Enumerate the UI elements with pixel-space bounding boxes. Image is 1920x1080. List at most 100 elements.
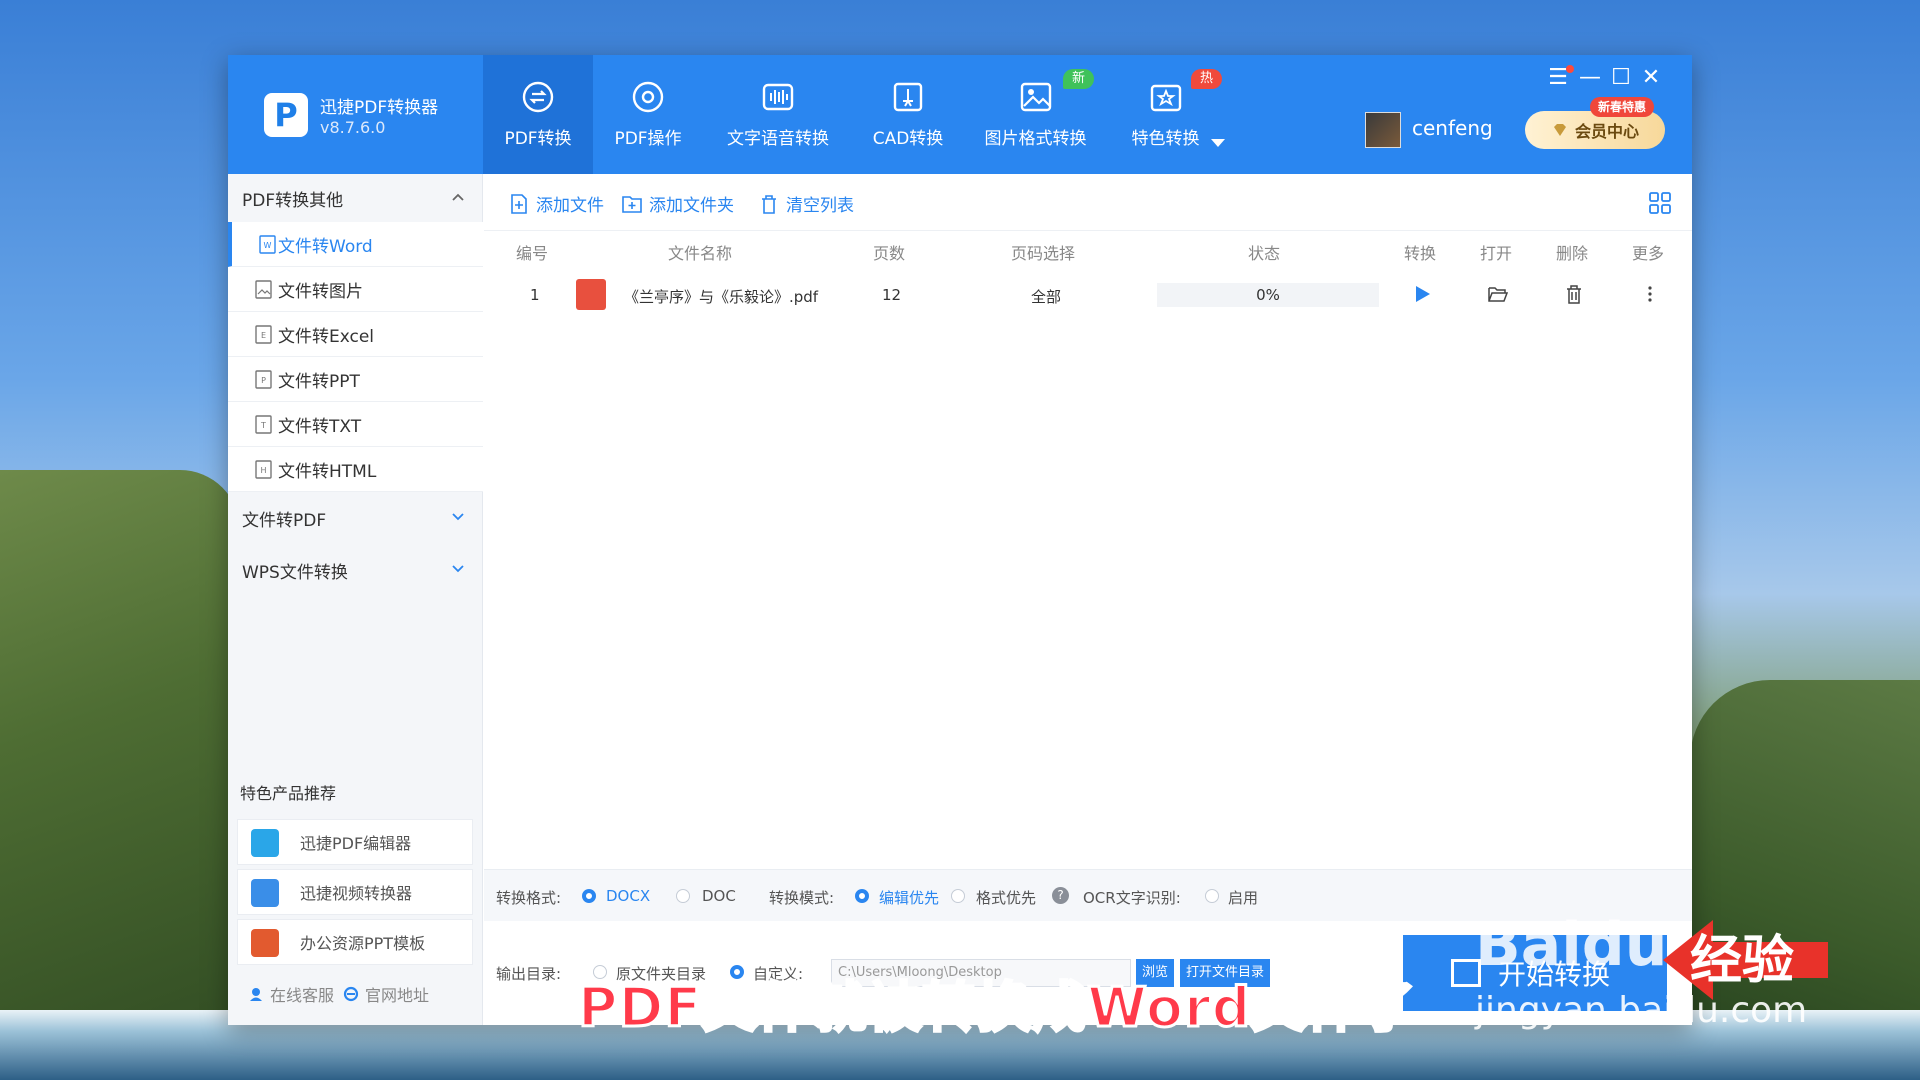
output-label: 输出目录: [496,965,562,983]
diamond-icon [1553,124,1566,136]
txt-file-icon: T [255,415,272,434]
jingyan-watermark: 经验 [1690,931,1795,991]
background-hill-left [0,470,240,1080]
pdf-editor-icon [251,829,279,857]
help-icon[interactable]: ? [1052,887,1069,904]
pdf-convert-icon [521,80,555,114]
word-file-icon: W [259,235,276,254]
sidebar-item-to-word[interactable]: W 文件转Word [228,222,483,267]
svg-text:W: W [264,241,272,250]
col-status: 状态 [1248,244,1281,263]
sidebar-item-to-ppt[interactable]: P 文件转PPT [228,357,483,402]
sidebar-item-to-txt[interactable]: T 文件转TXT [228,402,483,447]
grid-view-icon[interactable] [1648,191,1672,215]
title-bar: P 迅捷PDF转换器 v8.7.6.0 PDF转换 PDF操作 文字语音转换 C [228,55,1692,174]
play-icon[interactable] [1411,283,1433,305]
format-label: 转换格式: [496,889,562,907]
col-delete: 删除 [1556,244,1589,263]
add-file-icon [511,193,527,214]
sidebar-group-wps[interactable]: WPS文件转换 [228,546,483,594]
tab-cad-convert[interactable]: CAD转换 [853,55,963,174]
sidebar: PDF转换其他 W 文件转Word 文件转图片 E 文件转Excel P 文件转… [228,174,483,1025]
add-file-button[interactable]: 添加文件 [508,191,604,216]
col-filename: 文件名称 [668,244,733,263]
mode-format-radio[interactable] [951,889,965,903]
col-page-select: 页码选择 [1011,244,1076,263]
sidebar-item-to-html[interactable]: H 文件转HTML [228,447,483,492]
svg-text:T: T [260,421,266,430]
toolbar: 添加文件 添加文件夹 清空列表 [484,174,1692,231]
chevron-up-icon [452,193,464,201]
format-doc-radio[interactable] [676,889,690,903]
row-page-select[interactable]: 全部 [1031,286,1061,307]
app-title: 迅捷PDF转换器 [320,98,439,118]
row-filename: 《兰亭序》与《乐毅论》.pdf [624,288,819,306]
mode-format-label[interactable]: 格式优先 [976,887,1036,908]
ocr-enable-checkbox[interactable] [1205,889,1219,903]
headset-icon [250,988,262,1001]
sidebar-group-file-to-pdf[interactable]: 文件转PDF [228,494,483,542]
col-pages: 页数 [873,244,906,263]
browser-icon [343,986,359,1002]
recommend-ppt-template[interactable]: 办公资源PPT模板 [237,919,473,965]
format-docx-radio[interactable] [582,889,596,903]
sidebar-item-to-image[interactable]: 文件转图片 [228,267,483,312]
format-docx-label[interactable]: DOCX [606,887,650,905]
pdf-file-icon [576,279,606,310]
row-pages: 12 [882,286,902,304]
clear-list-button[interactable]: 清空列表 [758,191,854,216]
html-file-icon: H [255,460,272,479]
row-index: 1 [530,286,540,304]
progress-text: 0% [1256,286,1280,304]
notification-dot [1566,65,1574,73]
folder-open-icon[interactable] [1487,283,1509,305]
new-badge: 新 [1063,69,1095,89]
svg-text:P: P [261,376,266,385]
online-service-link[interactable]: 在线客服 [248,982,334,1006]
delete-icon[interactable] [1563,283,1585,305]
hot-badge: 热 [1191,69,1223,89]
baidu-watermark: Baidu [1475,910,1668,980]
video-caption: PDF文件就被转换成Word文件了 [576,975,1417,1041]
app-version: v8.7.6.0 [320,118,386,137]
mode-edit-radio[interactable] [855,889,869,903]
avatar[interactable] [1365,112,1401,148]
ocr-label: OCR文字识别: [1083,889,1181,907]
mode-label: 转换模式: [769,889,835,907]
vip-promo-tag: 新春特惠 [1590,97,1655,117]
format-doc-label[interactable]: DOC [702,887,736,905]
maximize-icon[interactable]: ☐ [1608,65,1634,91]
tab-pdf-operate[interactable]: PDF操作 [593,55,703,174]
star-convert-icon [1149,80,1183,114]
recommend-pdf-editor[interactable]: 迅捷PDF编辑器 [237,819,473,865]
voice-icon [761,80,795,114]
ppt-template-icon [251,929,279,957]
image-file-icon [255,280,272,299]
chevron-down-icon[interactable] [1211,139,1225,147]
recommend-title: 特色产品推荐 [240,784,337,803]
sidebar-item-to-excel[interactable]: E 文件转Excel [228,312,483,357]
username[interactable]: cenfeng [1412,116,1493,140]
ocr-enable-label[interactable]: 启用 [1228,887,1258,908]
chevron-down-icon [452,513,464,521]
excel-file-icon: E [255,325,272,344]
official-site-link[interactable]: 官网地址 [343,982,429,1006]
sidebar-group-pdf-to-other[interactable]: PDF转换其他 [228,174,483,222]
close-icon[interactable]: ✕ [1638,65,1664,91]
col-open: 打开 [1480,244,1513,263]
app-window: P 迅捷PDF转换器 v8.7.6.0 PDF转换 PDF操作 文字语音转换 C [228,55,1692,1025]
ppt-file-icon: P [255,370,272,389]
svg-text:H: H [260,466,266,475]
more-icon[interactable] [1639,283,1661,305]
add-folder-button[interactable]: 添加文件夹 [621,191,734,216]
minimize-icon[interactable]: — [1577,65,1603,91]
video-converter-icon [251,879,279,907]
image-icon [1019,80,1053,114]
mode-edit-label[interactable]: 编辑优先 [879,887,939,908]
tab-voice-convert[interactable]: 文字语音转换 [703,55,853,174]
pdf-operate-icon [631,80,665,114]
recommend-video-converter[interactable]: 迅捷视频转换器 [237,869,473,915]
tab-pdf-convert[interactable]: PDF转换 [483,55,593,174]
add-folder-icon [622,195,642,213]
svg-text:E: E [261,331,266,340]
